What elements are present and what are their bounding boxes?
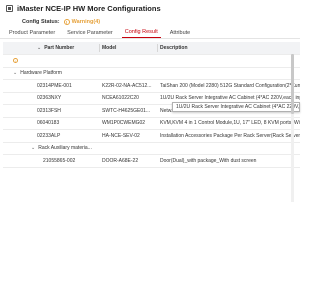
part-number-cell: 02363NXY: [37, 95, 62, 102]
table-header-row: ⌄ Part Number Model Description: [3, 42, 300, 55]
window-titlebar: iMaster NCE-IP HW More Configurations: [0, 0, 300, 16]
description-cell: TaiShan 200 (Model 2280) 512G Standard C…: [160, 82, 300, 89]
model-cell: DOOR-A68E-22: [102, 157, 139, 164]
table-row[interactable]: 02314PME-001 K22R-02-NA-AC512... TaiShan…: [3, 80, 300, 93]
tab-product-parameter[interactable]: Product Parameter: [6, 30, 58, 38]
config-status-value[interactable]: Warning(4): [72, 19, 101, 25]
window-title: iMaster NCE-IP HW More Configurations: [17, 3, 161, 13]
part-number-header[interactable]: ⌄ Part Number: [37, 42, 99, 54]
tab-service-parameter[interactable]: Service Parameter: [64, 30, 116, 38]
model-cell: SWTC-H4625GE01...: [102, 107, 151, 114]
column-divider[interactable]: [99, 44, 100, 52]
description-cell: KVM,KVM 4 in 1 Control Module,1U, 17" LE…: [160, 120, 300, 127]
group-row-rack-auxiliary[interactable]: ⌄ Rack Auxiliary materia...: [3, 143, 300, 155]
description-tooltip: 1U/2U Rack Server Integrative AC Cabinet…: [172, 102, 300, 112]
vertical-scrollbar[interactable]: [291, 54, 294, 202]
warning-icon: !: [63, 18, 70, 25]
tab-config-result[interactable]: Config Result: [121, 29, 161, 38]
app-icon: [6, 4, 13, 12]
group-row-hardware[interactable]: ⌄ Hardware Platform: [3, 68, 300, 80]
tab-attribute[interactable]: Attribute: [167, 30, 193, 38]
group-label: Hardware Platform: [20, 70, 62, 77]
group-label: Rack Auxiliary materia...: [38, 145, 92, 152]
part-number-cell: 02233ALP: [37, 132, 61, 139]
table-row[interactable]: 21055865-002 DOOR-A68E-22 Door(Dual)_wit…: [3, 155, 300, 168]
table-row[interactable]: !: [3, 55, 300, 68]
scrollbar-thumb[interactable]: [291, 54, 294, 114]
column-divider[interactable]: [157, 44, 158, 52]
model-cell: NCEA61022C20: [102, 95, 139, 102]
description-header[interactable]: Description: [160, 42, 300, 54]
description-cell: Door(Dual)_with package_With dust screen: [160, 157, 257, 164]
config-status-bar: Config Status: ! Warning(4): [0, 16, 300, 27]
chevron-down-icon[interactable]: ⌄: [37, 45, 41, 51]
part-number-cell: 06040183: [37, 120, 60, 127]
part-number-cell: 02314PME-001: [37, 82, 72, 89]
warning-icon: !: [13, 58, 18, 65]
table-row[interactable]: 02233ALP HA-NCE-SEV-02 Installation Acce…: [3, 130, 300, 143]
chevron-down-icon[interactable]: ⌄: [31, 145, 35, 151]
chevron-down-icon[interactable]: ⌄: [13, 70, 17, 76]
part-number-cell: 02313FSH: [37, 107, 61, 114]
table-row[interactable]: 06040183 WM1P0CWEMG02 KVM,KVM 4 in 1 Con…: [3, 118, 300, 130]
part-number-cell: 21055865-002: [43, 157, 76, 164]
config-status-label: Config Status:: [22, 18, 60, 25]
description-cell: Installation Accessories Package Per Rac…: [160, 132, 300, 139]
model-cell: K22R-02-NA-AC512...: [102, 82, 152, 89]
tab-bar: Product Parameter Service Parameter Conf…: [0, 27, 300, 39]
model-cell: HA-NCE-SEV-02: [102, 132, 140, 139]
model-header[interactable]: Model: [102, 42, 158, 54]
model-cell: WM1P0CWEMG02: [102, 120, 146, 127]
